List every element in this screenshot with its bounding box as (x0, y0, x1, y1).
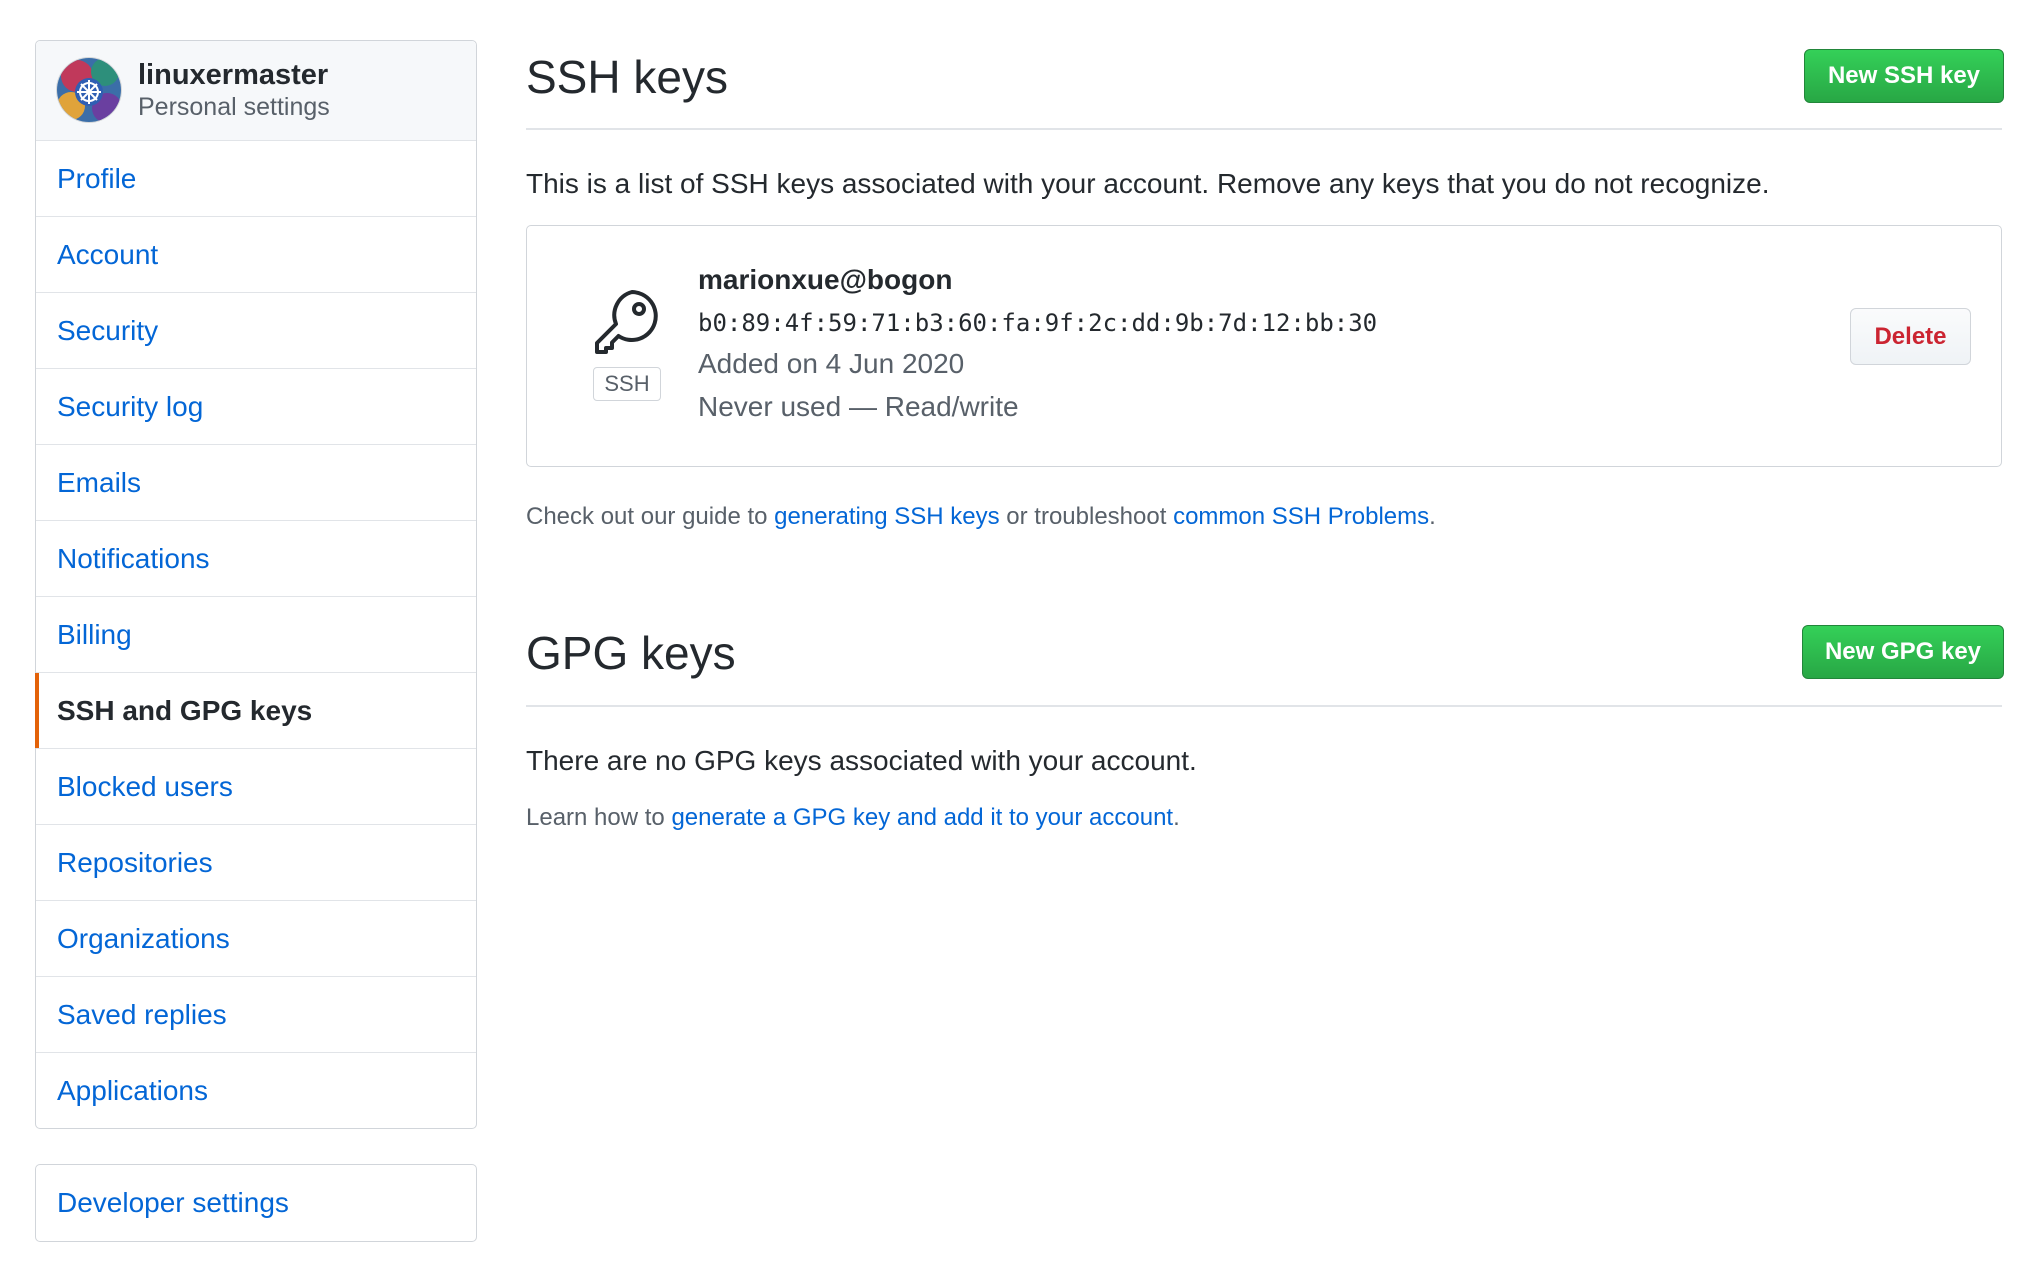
settings-sidebar: linuxermaster Personal settings Profile … (35, 40, 477, 1129)
sidebar-item-repositories[interactable]: Repositories (36, 825, 476, 901)
ssh-guide-middle: or troubleshoot (999, 503, 1174, 530)
sidebar-item-label: Saved replies (57, 998, 227, 1030)
sidebar-item-saved-replies[interactable]: Saved replies (36, 977, 476, 1053)
sidebar-item-label: Account (57, 238, 159, 270)
gpg-empty-text: There are no GPG keys associated with yo… (526, 745, 1197, 776)
sidebar-item-billing[interactable]: Billing (36, 597, 476, 673)
delete-ssh-key-button[interactable]: Delete (1850, 308, 1971, 365)
generate-gpg-key-link[interactable]: generate a GPG key and add it to your ac… (671, 804, 1173, 831)
common-ssh-problems-link[interactable]: common SSH Problems (1173, 503, 1429, 530)
ssh-key-added-date: Added on 4 Jun 2020 (698, 348, 965, 379)
gpg-learn-prefix: Learn how to (526, 804, 672, 831)
sidebar-item-label: Profile (57, 162, 137, 194)
gpg-learn-suffix: . (1173, 804, 1180, 831)
gpg-divider (526, 705, 2002, 707)
ssh-guide-suffix: . (1429, 503, 1436, 530)
sidebar-item-applications[interactable]: Applications (36, 1053, 476, 1128)
sidebar-item-label: Blocked users (57, 770, 233, 802)
ssh-keys-title: SSH keys (526, 51, 728, 103)
sidebar-item-developer-settings[interactable]: Developer settings (36, 1165, 476, 1241)
gpg-learn-text: Learn how to generate a GPG key and add … (526, 804, 1180, 832)
sidebar-item-notifications[interactable]: Notifications (36, 521, 476, 597)
username[interactable]: linuxermaster (138, 59, 328, 92)
ssh-guide-text: Check out our guide to generating SSH ke… (526, 503, 1436, 531)
sidebar-item-label: Organizations (57, 922, 230, 954)
sidebar-item-account[interactable]: Account (36, 217, 476, 293)
sidebar-item-profile[interactable]: Profile (36, 141, 476, 217)
ssh-description: This is a list of SSH keys associated wi… (526, 168, 1770, 199)
sidebar-item-label: Applications (57, 1074, 208, 1106)
sidebar-header: linuxermaster Personal settings (36, 41, 476, 141)
ssh-divider (526, 128, 2002, 130)
sidebar-item-label: Security (57, 314, 159, 346)
ssh-key-fingerprint: b0:89:4f:59:71:b3:60:fa:9f:2c:dd:9b:7d:1… (698, 309, 1378, 337)
avatar[interactable] (57, 58, 121, 122)
sidebar-item-blocked-users[interactable]: Blocked users (36, 749, 476, 825)
sidebar-item-emails[interactable]: Emails (36, 445, 476, 521)
sidebar-item-label: Security log (57, 390, 204, 422)
sidebar-item-label: Developer settings (57, 1187, 289, 1218)
sidebar-item-label: Billing (57, 618, 132, 650)
new-ssh-key-button[interactable]: New SSH key (1804, 49, 2004, 103)
sidebar-item-label: SSH and GPG keys (57, 694, 313, 726)
sidebar-item-security-log[interactable]: Security log (36, 369, 476, 445)
sidebar-item-organizations[interactable]: Organizations (36, 901, 476, 977)
gpg-keys-title: GPG keys (526, 627, 736, 679)
new-gpg-key-button[interactable]: New GPG key (1802, 625, 2004, 679)
sidebar-item-label: Emails (57, 466, 142, 498)
key-icon (592, 286, 662, 361)
generating-ssh-keys-link[interactable]: generating SSH keys (774, 503, 999, 530)
ssh-key-title: marionxue@bogon (698, 264, 953, 295)
sidebar-item-label: Notifications (57, 542, 210, 574)
sidebar-item-label: Repositories (57, 846, 213, 878)
ssh-type-label: SSH (593, 367, 661, 401)
sidebar-item-ssh-gpg-keys[interactable]: SSH and GPG keys (35, 673, 476, 749)
ssh-guide-prefix: Check out our guide to (526, 503, 775, 530)
sidebar-item-security[interactable]: Security (36, 293, 476, 369)
developer-settings-box: Developer settings (35, 1164, 477, 1242)
personal-settings-label: Personal settings (138, 93, 330, 121)
ssh-key-item: SSH marionxue@bogon b0:89:4f:59:71:b3:60… (526, 225, 2002, 467)
ssh-key-usage: Never used — Read/write (698, 391, 1019, 422)
